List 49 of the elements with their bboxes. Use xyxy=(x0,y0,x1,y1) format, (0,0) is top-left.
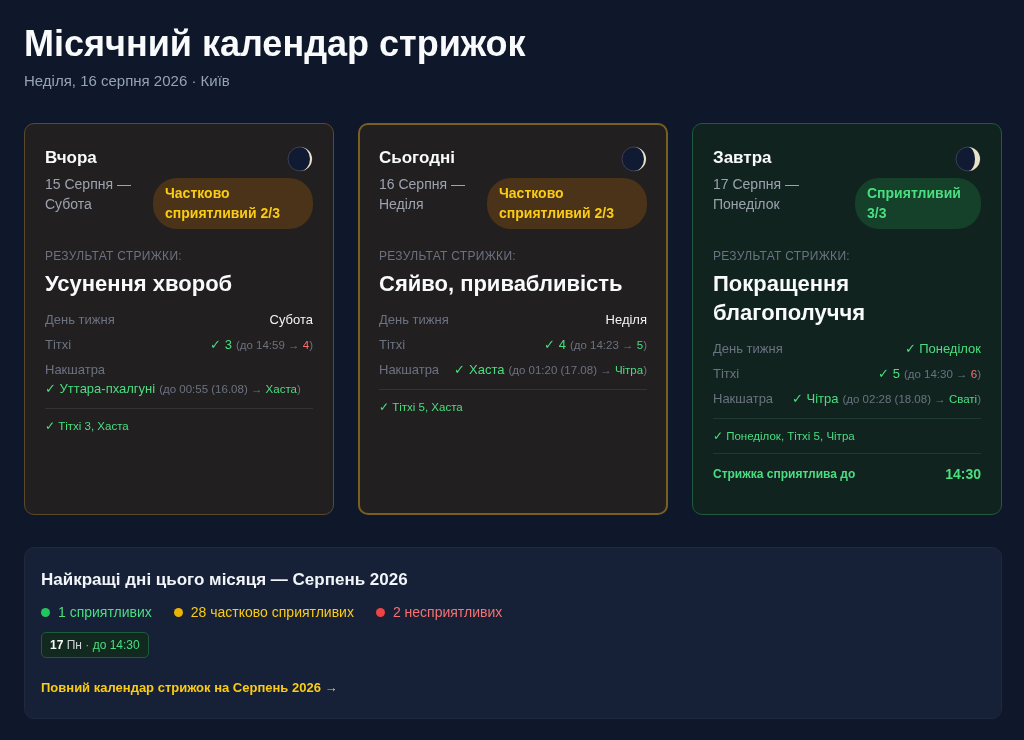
result-title: Усунення хвороб xyxy=(45,270,234,298)
legend-text: 1 сприятливих xyxy=(58,604,152,620)
row-value: ✓ 4 (до 14:23 → 5) xyxy=(544,337,647,352)
row-value: Неділя xyxy=(605,312,647,327)
status-badge: Частково сприятливий 2/3 xyxy=(153,178,313,229)
result-label: РЕЗУЛЬТАТ СТРИЖКИ: xyxy=(45,249,183,263)
moon-icon xyxy=(287,146,313,172)
calendar-link[interactable]: Повний календар стрижок на Серпень 2026 → xyxy=(41,680,338,695)
row-label: Тітхі xyxy=(713,366,740,381)
row-label: Тітхі xyxy=(45,337,72,352)
moon-icon xyxy=(955,146,981,172)
row-label: День тижня xyxy=(45,312,115,327)
row-label: День тижня xyxy=(379,312,449,327)
card-date: 17 Серпня — Понеділок xyxy=(713,175,800,214)
result-label: РЕЗУЛЬТАТ СТРИЖКИ: xyxy=(379,249,517,263)
card-date: 16 Серпня — Неділя xyxy=(379,175,466,214)
row-value: ✓ 3 (до 14:59 → 4) xyxy=(210,337,313,352)
month-title: Найкращі дні цього місяця — Серпень 2026 xyxy=(41,570,409,590)
summary-text: ✓ Тітхі 3, Хаста xyxy=(45,408,313,433)
card-heading: Сьогодні xyxy=(379,148,456,168)
row-label: Накшатра xyxy=(45,362,106,377)
row-label: День тижня xyxy=(713,341,783,356)
row-value: ✓ Понеділок xyxy=(904,341,981,356)
result-label: РЕЗУЛЬТАТ СТРИЖКИ: xyxy=(713,249,851,263)
summary-text: ✓ Тітхі 5, Хаста xyxy=(379,389,647,414)
row-label: Накшатра xyxy=(713,391,774,406)
card-heading: Завтра xyxy=(713,148,773,168)
row-label: Тітхі xyxy=(379,337,406,352)
moon-icon xyxy=(621,146,647,172)
result-title: Сяйво, привабливість xyxy=(379,270,624,298)
row-value: Субота xyxy=(269,312,313,327)
legend-text: 28 частково сприятливих xyxy=(190,604,354,620)
footer-label: Стрижка сприятлива до xyxy=(713,467,856,481)
legend-text: 2 несприятливих xyxy=(392,604,503,620)
page-subtitle: Неділя, 16 серпня 2026 · Київ xyxy=(24,72,231,89)
result-title: Покращення благополуччя xyxy=(713,270,867,327)
day-chip[interactable]: 17 Пн · до 14:30 xyxy=(41,632,149,658)
status-badge: Частково сприятливий 2/3 xyxy=(487,178,647,229)
status-badge: Сприятливий 3/3 xyxy=(855,178,981,229)
summary-text: ✓ Понеділок, Тітхі 5, Чітра xyxy=(713,418,981,443)
page-title: Місячний календар стрижок xyxy=(24,22,527,66)
card-date: 15 Серпня — Субота xyxy=(45,175,132,214)
row-value: ✓ Хаста (до 01:20 (17.08) → Чітра) xyxy=(454,362,647,377)
row-value: ✓ Уттара-пхалгуні (до 00:55 (16.08) → Хаста) xyxy=(45,381,301,396)
row-value: ✓ 5 (до 14:30 → 6) xyxy=(878,366,981,381)
row-label: Накшатра xyxy=(379,362,440,377)
footer-time: 14:30 xyxy=(945,466,981,482)
row-value: ✓ Чітра (до 02:28 (18.08) → Сваті) xyxy=(791,391,981,406)
card-heading: Вчора xyxy=(45,148,98,168)
